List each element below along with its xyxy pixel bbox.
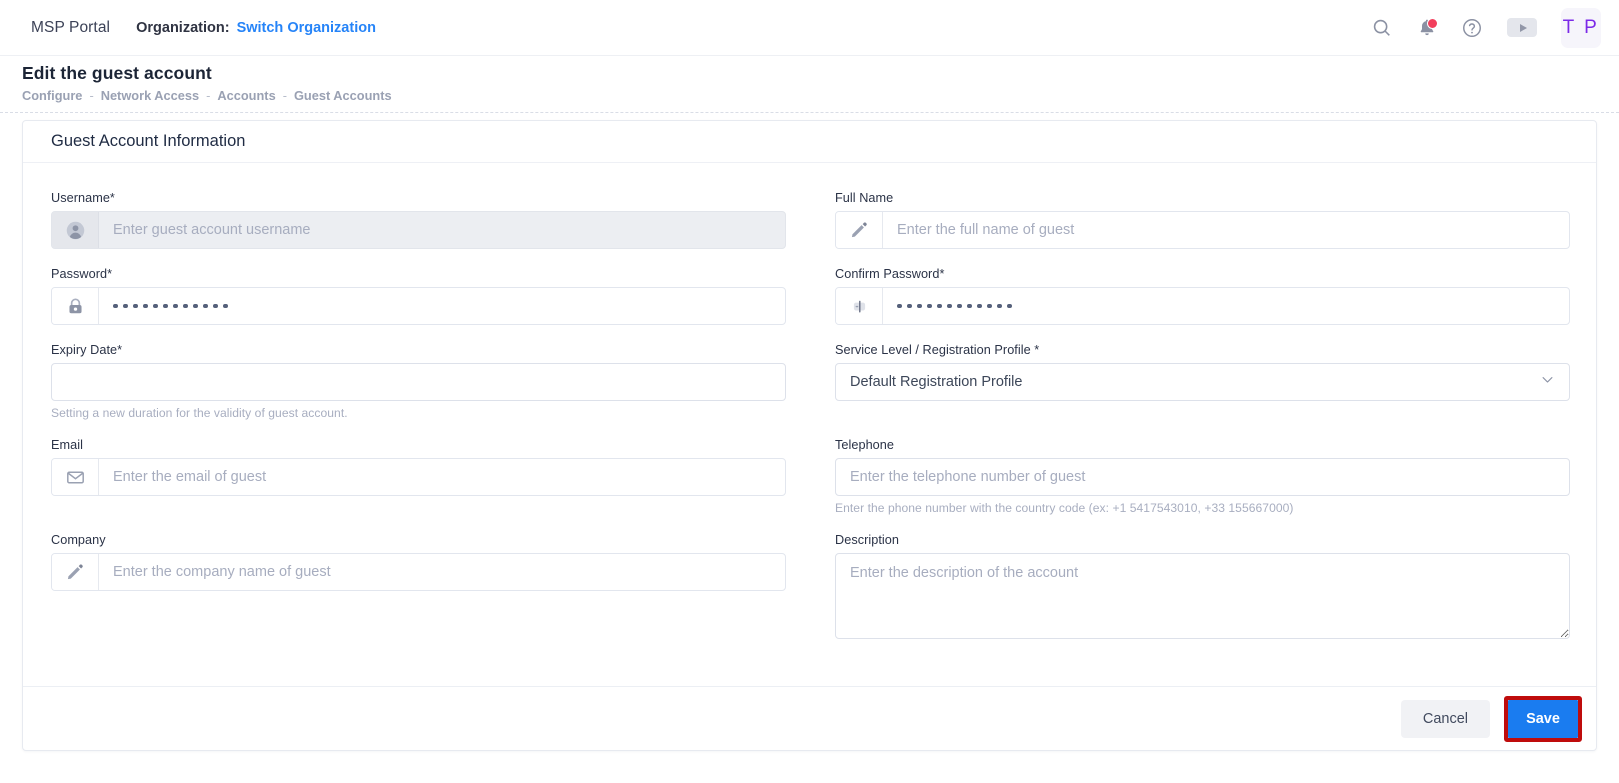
card-title: Guest Account Information [51, 132, 246, 150]
description-textarea[interactable] [835, 553, 1570, 639]
service-level-select-wrap: Default Registration Profile [835, 363, 1570, 401]
breadcrumb-item-configure[interactable]: Configure [22, 88, 82, 103]
username-label: Username* [51, 191, 115, 205]
play-triangle [1519, 23, 1527, 32]
field-email: Email [51, 438, 786, 515]
page-title: Edit the guest account [22, 63, 212, 83]
field-telephone: Telephone Enter the phone number with th… [835, 438, 1570, 515]
expiry-date-label: Expiry Date* [51, 343, 123, 357]
card-body: Username* Full Name [23, 163, 1596, 662]
lock-confirm-icon [836, 288, 883, 324]
username-input-row [51, 211, 786, 249]
field-company: Company [51, 533, 786, 644]
form-grid: Username* Full Name [51, 191, 1570, 662]
service-level-value: Default Registration Profile [850, 374, 1023, 390]
field-expiry-date: Expiry Date* Setting a new duration for … [51, 343, 786, 420]
play-icon[interactable] [1507, 18, 1537, 37]
username-input[interactable] [99, 212, 785, 248]
password-masked-value[interactable] [99, 288, 785, 324]
pencil-icon [52, 554, 99, 590]
full-name-label: Full Name [835, 191, 894, 205]
telephone-label: Telephone [835, 438, 895, 452]
company-label: Company [51, 533, 106, 547]
user-avatar-icon [52, 212, 99, 248]
breadcrumb-separator: - [89, 88, 94, 103]
password-label: Password* [51, 267, 113, 281]
field-confirm-password: Confirm Password* [835, 267, 1570, 325]
telephone-input[interactable] [835, 458, 1570, 496]
breadcrumb-item-network-access[interactable]: Network Access [101, 88, 199, 103]
pencil-icon [836, 212, 883, 248]
field-username: Username* [51, 191, 786, 249]
bell-icon[interactable] [1417, 17, 1438, 38]
email-label: Email [51, 438, 83, 452]
envelope-icon [52, 459, 99, 495]
field-password: Password* [51, 267, 786, 325]
expiry-date-input[interactable] [51, 363, 786, 401]
telephone-hint: Enter the phone number with the country … [835, 501, 1294, 515]
topbar-left-group: MSP Portal Organization: Switch Organiza… [0, 19, 376, 37]
full-name-input[interactable] [883, 212, 1569, 248]
page-header: Edit the guest account Configure - Netwo… [0, 56, 1619, 113]
field-full-name: Full Name [835, 191, 1570, 249]
confirm-password-masked-value[interactable] [883, 288, 1569, 324]
company-input-row [51, 553, 786, 591]
confirm-password-input-row [835, 287, 1570, 325]
notification-badge-dot [1427, 18, 1438, 29]
breadcrumb-separator: - [206, 88, 211, 103]
card-footer: Cancel Save [23, 686, 1596, 750]
field-description: Description [835, 533, 1570, 644]
switch-organization-link[interactable]: Switch Organization [237, 20, 376, 36]
guest-account-information-card: Guest Account Information Username* Ente… [22, 120, 1597, 751]
service-level-select[interactable]: Default Registration Profile [835, 363, 1570, 401]
search-icon[interactable] [1371, 17, 1393, 39]
save-button[interactable]: Save [1508, 699, 1578, 738]
breadcrumb: Configure - Network Access - Accounts - … [22, 88, 1619, 103]
app-brand-title: MSP Portal [31, 18, 111, 36]
field-service-level: Service Level / Registration Profile * D… [835, 343, 1570, 420]
lock-icon [52, 288, 99, 324]
breadcrumb-item-guest-accounts[interactable]: Guest Accounts [294, 88, 392, 103]
save-button-highlight: Save [1504, 695, 1582, 742]
password-input-row [51, 287, 786, 325]
confirm-password-label: Confirm Password* [835, 267, 945, 281]
organization-label: Organization: [136, 19, 230, 36]
topbar-right-group: T P [1371, 7, 1619, 48]
description-label: Description [835, 533, 900, 547]
email-input-row [51, 458, 786, 496]
full-name-input-row [835, 211, 1570, 249]
breadcrumb-separator: - [282, 88, 287, 103]
help-circle-icon[interactable] [1461, 17, 1483, 39]
top-navigation-bar: MSP Portal Organization: Switch Organiza… [0, 0, 1619, 56]
email-input[interactable] [99, 459, 785, 495]
card-header: Guest Account Information [23, 121, 1596, 163]
organization-group: Organization: Switch Organization [136, 20, 376, 36]
cancel-button[interactable]: Cancel [1400, 699, 1490, 738]
service-level-label: Service Level / Registration Profile * [835, 343, 1040, 357]
expiry-date-hint: Setting a new duration for the validity … [51, 406, 348, 420]
breadcrumb-item-accounts[interactable]: Accounts [217, 88, 275, 103]
company-input[interactable] [99, 554, 785, 590]
avatar[interactable]: T P [1561, 7, 1601, 48]
